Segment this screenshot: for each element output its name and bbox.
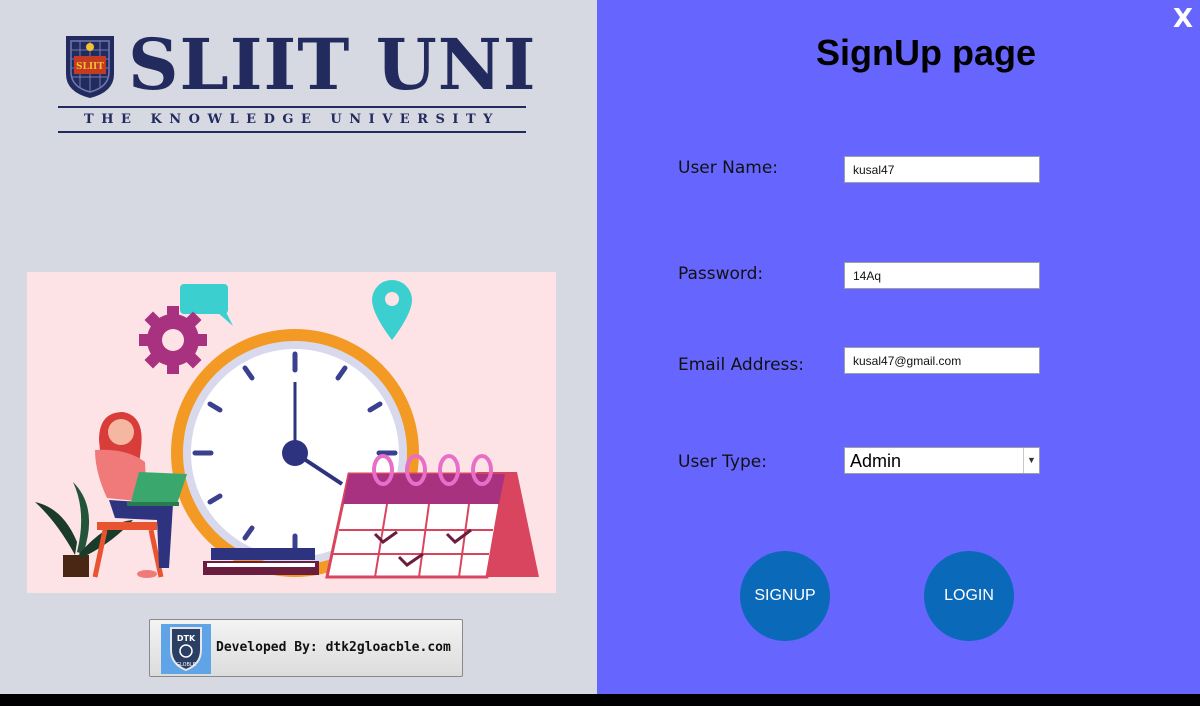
- calendar-icon: [325, 454, 539, 579]
- time-management-illustration: [27, 272, 556, 593]
- branding-panel: SLIIT SLIIT UNI THE KNOWLEDGE UNIVERSITY: [0, 0, 597, 694]
- logo-wordmark: SLIIT UNI: [128, 23, 537, 106]
- books-icon: [203, 548, 319, 575]
- email-input[interactable]: [844, 347, 1040, 374]
- username-label: User Name:: [678, 158, 779, 178]
- login-button[interactable]: LOGIN: [924, 551, 1014, 641]
- signup-button[interactable]: SIGNUP: [740, 551, 830, 641]
- password-input[interactable]: [844, 262, 1040, 289]
- dtk-text: DTK: [177, 634, 196, 643]
- logo-rule-top: [58, 106, 526, 108]
- dtk-globle-logo: DTK GLOBLE: [161, 624, 211, 674]
- user-type-label: User Type:: [678, 452, 767, 472]
- email-label: Email Address:: [678, 355, 804, 375]
- developer-credit-badge[interactable]: DTK GLOBLE Developed By: dtk2gloacble.co…: [149, 619, 463, 677]
- gear-icon: [139, 306, 207, 374]
- logo-tagline: THE KNOWLEDGE UNIVERSITY: [84, 112, 500, 127]
- password-label: Password:: [678, 264, 764, 284]
- location-pin-icon: [372, 280, 412, 340]
- logo-rule-bottom: [58, 131, 526, 133]
- developer-credit-text: Developed By: dtk2gloacble.com: [216, 640, 451, 655]
- page-title: SignUp page: [816, 32, 1037, 73]
- crest-icon: SLIIT: [66, 36, 114, 98]
- crest-text: SLIIT: [76, 62, 104, 72]
- user-type-select[interactable]: Admin ▼: [844, 447, 1040, 474]
- chevron-down-icon[interactable]: ▼: [1023, 448, 1039, 473]
- username-input[interactable]: [844, 156, 1040, 183]
- sliit-logo: SLIIT SLIIT UNI THE KNOWLEDGE UNIVERSITY: [58, 23, 536, 135]
- user-type-selected-value: Admin: [850, 451, 902, 471]
- close-button[interactable]: X: [1172, 4, 1194, 34]
- window-bottom-border: [0, 694, 1200, 706]
- globle-text: GLOBLE: [176, 662, 196, 668]
